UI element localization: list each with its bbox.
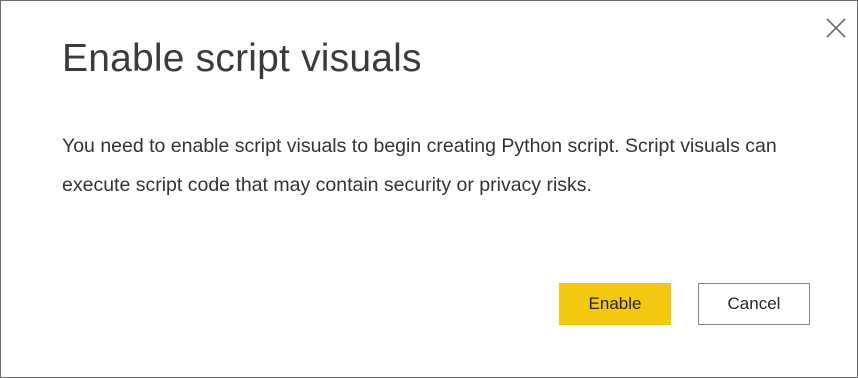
dialog-title: Enable script visuals [62, 37, 422, 80]
close-icon [826, 18, 846, 38]
close-button[interactable] [821, 13, 851, 43]
enable-button[interactable]: Enable [559, 283, 671, 325]
cancel-button[interactable]: Cancel [698, 283, 810, 325]
enable-script-visuals-dialog: Enable script visuals You need to enable… [0, 0, 858, 378]
dialog-message: You need to enable script visuals to beg… [62, 135, 777, 196]
